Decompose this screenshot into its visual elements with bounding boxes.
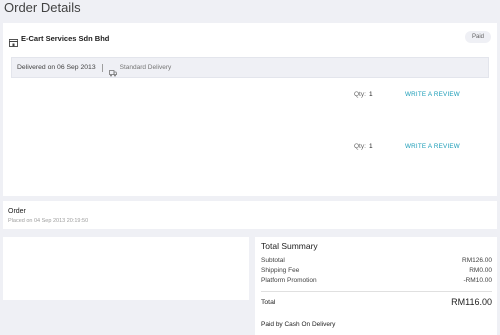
summary-line-label: Shipping Fee: [261, 267, 300, 274]
seller-row[interactable]: E-Cart Services Sdn Bhd: [8, 31, 109, 47]
seller-name[interactable]: E-Cart Services Sdn Bhd: [21, 34, 109, 43]
summary-line-label: Platform Promotion: [261, 277, 317, 284]
summary-line-label: Subtotal: [261, 257, 285, 264]
divider: [101, 63, 103, 72]
delivery-status-bar: Delivered on 06 Sep 2013 Standard Delive…: [11, 57, 489, 78]
summary-line-value: RM126.00: [462, 257, 492, 264]
promotion-line: Platform Promotion -RM10.00: [261, 277, 492, 286]
order-item: Qty: 1 WRITE A REVIEW: [3, 143, 497, 153]
write-review-link[interactable]: WRITE A REVIEW: [405, 143, 460, 150]
delivered-date: Delivered on 06 Sep 2013: [17, 64, 96, 71]
total-value: RM116.00: [451, 297, 492, 307]
package-card: E-Cart Services Sdn Bhd Paid Delivered o…: [3, 23, 497, 196]
summary-title: Total Summary: [261, 241, 318, 251]
qty-value: 1: [369, 143, 373, 150]
summary-line-value: -RM10.00: [463, 277, 492, 284]
qty-label: Qty:: [354, 143, 366, 150]
status-badge: Paid: [465, 31, 491, 43]
summary-divider: [261, 291, 492, 292]
order-title: Order: [8, 208, 26, 215]
store-icon: [8, 34, 19, 47]
total-summary-card: Total Summary Subtotal RM126.00 Shipping…: [255, 237, 497, 335]
page-title: Order Details: [4, 0, 81, 15]
total-label: Total: [261, 299, 276, 306]
address-card: [3, 237, 249, 300]
summary-line-value: RM0.00: [469, 267, 492, 274]
payment-method: Paid by Cash On Delivery: [261, 321, 336, 328]
order-item: Qty: 1 WRITE A REVIEW: [3, 91, 497, 101]
qty-label: Qty:: [354, 91, 366, 98]
shipping-fee-line: Shipping Fee RM0.00: [261, 267, 492, 276]
truck-icon: [108, 64, 117, 77]
delivery-method: Standard Delivery: [119, 64, 172, 71]
write-review-link[interactable]: WRITE A REVIEW: [405, 91, 460, 98]
qty-value: 1: [369, 91, 373, 98]
order-placed-date: Placed on 04 Sep 2013 20:19:50: [8, 218, 89, 224]
subtotal-line: Subtotal RM126.00: [261, 257, 492, 266]
order-info-card: Order Placed on 04 Sep 2013 20:19:50: [3, 201, 497, 229]
